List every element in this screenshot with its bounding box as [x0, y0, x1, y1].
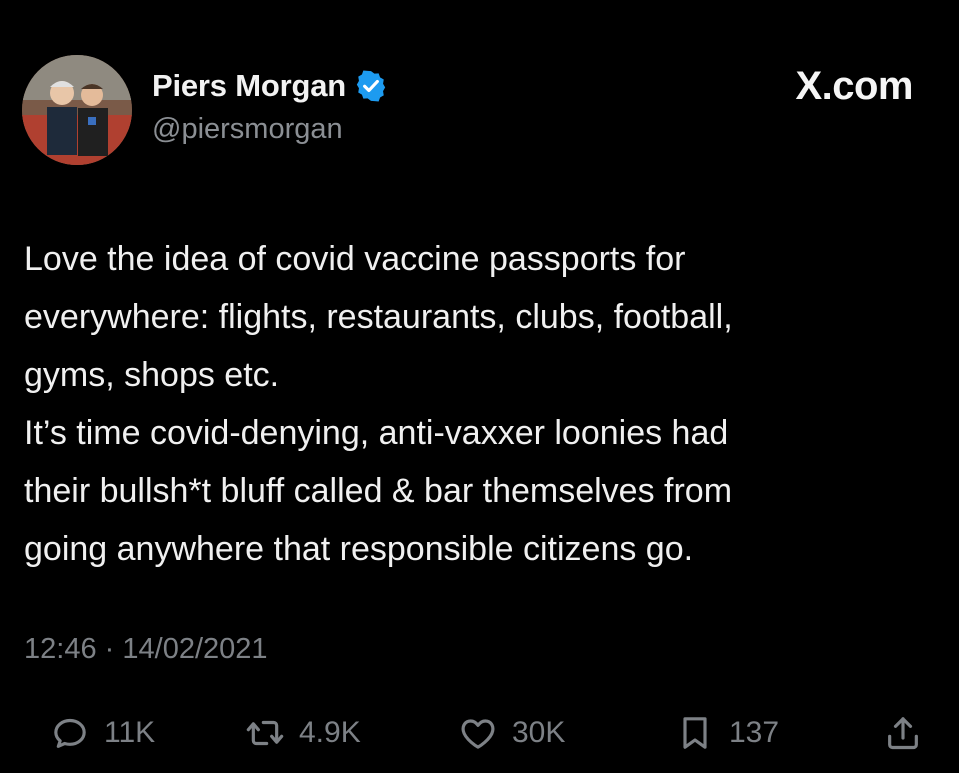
- bookmark-button[interactable]: 137: [675, 713, 779, 753]
- author-handle[interactable]: @piersmorgan: [152, 113, 343, 146]
- bookmark-icon: [675, 713, 715, 753]
- action-bar: 11K 4.9K 30K 137: [0, 705, 959, 765]
- avatar-image: [22, 55, 132, 165]
- like-count: 30K: [512, 716, 566, 749]
- like-icon: [458, 713, 498, 753]
- share-icon: [883, 713, 923, 753]
- author-row: Piers Morgan: [152, 66, 388, 106]
- bookmark-count: 137: [729, 716, 780, 749]
- share-button[interactable]: [883, 713, 923, 753]
- verified-badge-icon: [354, 69, 388, 103]
- post-date[interactable]: 14/02/2021: [122, 633, 267, 665]
- author-display-name[interactable]: Piers Morgan: [152, 68, 346, 104]
- reply-button[interactable]: 11K: [50, 713, 155, 753]
- post-meta: 12:46 · 14/02/2021: [24, 633, 268, 666]
- repost-icon: [245, 713, 285, 753]
- avatar[interactable]: [22, 55, 132, 165]
- repost-count: 4.9K: [299, 716, 361, 749]
- post-text: Love the idea of covid vaccine passports…: [24, 240, 733, 568]
- reply-icon: [50, 713, 90, 753]
- reply-count: 11K: [104, 716, 156, 749]
- like-button[interactable]: 30K: [458, 713, 565, 753]
- repost-button[interactable]: 4.9K: [245, 713, 361, 753]
- tweet-card: Piers Morgan @piersmorgan X.com Love the…: [0, 0, 959, 773]
- meta-separator: ·: [104, 633, 115, 665]
- brand-logo: X.com: [795, 64, 913, 108]
- post-time[interactable]: 12:46: [24, 633, 97, 665]
